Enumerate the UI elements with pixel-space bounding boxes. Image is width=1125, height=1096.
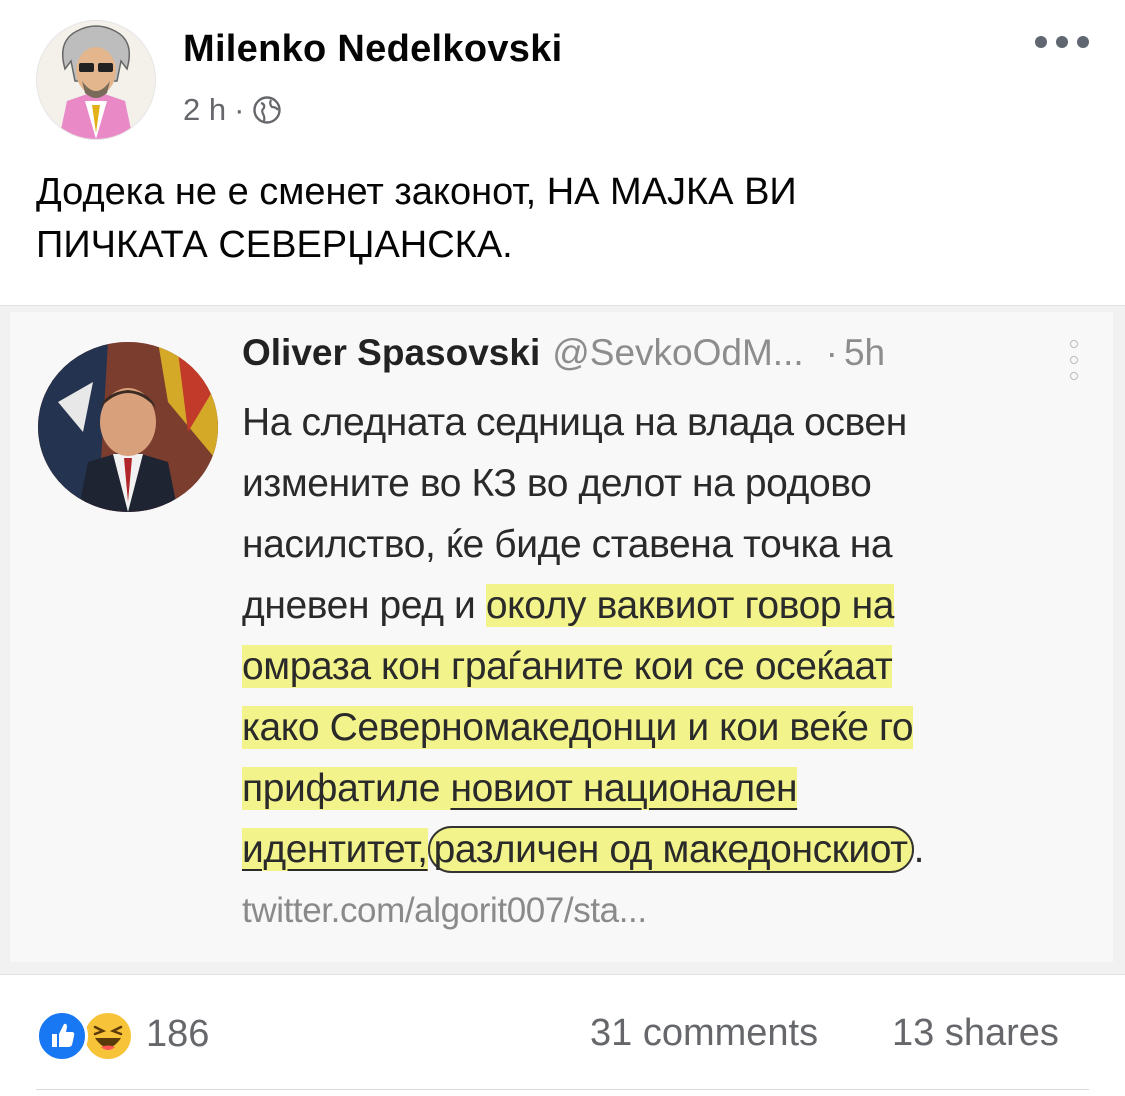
tweet-line: како Северномакедонци и кои веќе го	[242, 697, 1122, 758]
haha-icon	[82, 1010, 134, 1062]
author-name[interactable]: Milenko Nedelkovski	[183, 28, 563, 71]
highlighted-text: прифатиле	[242, 767, 451, 810]
more-dot-icon	[1077, 36, 1089, 48]
caricature-avatar-image	[37, 21, 155, 139]
more-dot-icon	[1056, 36, 1068, 48]
tweet-header: Oliver Spasovski @SevkoOdM... · 5h	[242, 332, 885, 374]
circled-text: различен од македонскиот	[427, 826, 914, 873]
like-icon	[36, 1010, 88, 1062]
highlighted-text: околу ваквиот говор на	[485, 584, 895, 627]
comments-count[interactable]: 31 comments	[590, 1012, 818, 1055]
tweet-link: twitter.com/algorit007/sta...	[242, 891, 647, 930]
post-text: Додека не е сменет законот, НА МАЈКА ВИ …	[36, 166, 1056, 272]
post-time[interactable]: 2 h	[183, 92, 226, 128]
underlined-text: новиот национален	[450, 767, 798, 810]
more-dot-icon	[1035, 36, 1047, 48]
reactions-summary[interactable]: 186	[36, 1010, 210, 1062]
tweet-time: 5h	[843, 332, 886, 373]
post-image[interactable]: Oliver Spasovski @SevkoOdM... · 5h На сл…	[0, 305, 1125, 975]
post-text-line: Додека не е сменет законот, НА МАЈКА ВИ	[36, 171, 797, 213]
highlighted-text: омраза кон граѓаните кои се осеќаат	[242, 645, 893, 688]
tweet-menu-icon	[1067, 340, 1081, 380]
tweet-line: насилство, ќе биде ставена точка на	[242, 523, 893, 566]
tweet-screenshot: Oliver Spasovski @SevkoOdM... · 5h На сл…	[10, 312, 1113, 962]
underlined-text: идентитет,	[242, 828, 428, 871]
tweet-line: дневен ред и околу ваквиот говор на	[242, 575, 1122, 636]
tweet-line: идентитет, различен од македонскиот.	[242, 819, 1122, 880]
tweet-line: измените во КЗ во делот на родово	[242, 462, 872, 505]
tweet-line: омраза кон граѓаните кои се осеќаат	[242, 636, 1122, 697]
author-avatar[interactable]	[36, 20, 156, 140]
reaction-icons	[36, 1010, 136, 1062]
footer-divider	[36, 1089, 1089, 1090]
tweet-line: На следната седница на влада освен	[242, 401, 907, 444]
more-options-button[interactable]	[1035, 28, 1089, 56]
tweet-author-name: Oliver Spasovski	[242, 332, 541, 373]
tweet-line: прифатиле новиот национален	[242, 758, 1122, 819]
tweet-text: .	[913, 828, 925, 871]
meta-separator: ·	[234, 92, 245, 127]
tweet-body: На следната седница на влада освен измен…	[242, 392, 1122, 941]
post-meta: 2 h ·	[183, 92, 282, 128]
tweet-handle: @SevkoOdM...	[552, 332, 804, 373]
post-text-line: ПИЧКАТА СЕВЕРЏАНСКА.	[36, 224, 513, 266]
tweet-avatar	[38, 342, 218, 512]
highlighted-text: како Северномакедонци и кои веќе го	[242, 706, 914, 749]
reaction-count: 186	[146, 1012, 210, 1055]
globe-icon	[252, 95, 282, 125]
tweet-text: дневен ред и	[242, 584, 486, 627]
tweet-separator: ·	[825, 332, 838, 373]
shares-count[interactable]: 13 shares	[892, 1012, 1059, 1055]
